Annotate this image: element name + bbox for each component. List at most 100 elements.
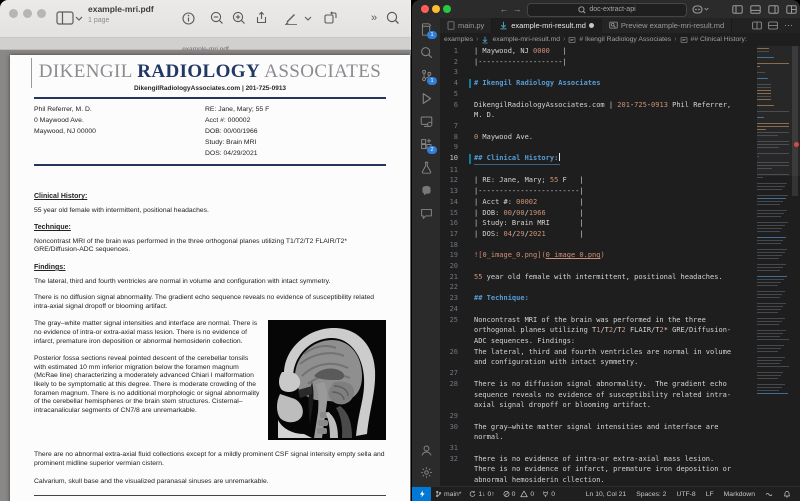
- editor-line[interactable]: 11: [440, 165, 800, 176]
- editor-line[interactable]: 26The lateral, third and fourth ventricl…: [440, 347, 800, 368]
- share-icon[interactable]: [251, 8, 271, 28]
- editor-line[interactable]: 9: [440, 142, 800, 153]
- editor-line[interactable]: 24: [440, 304, 800, 315]
- breadcrumb-folder[interactable]: examples: [444, 36, 473, 43]
- editor-line[interactable]: 20: [440, 261, 800, 272]
- toggle-primary-sidebar-icon[interactable]: [730, 3, 744, 15]
- editor-layout-icon[interactable]: [768, 21, 778, 30]
- more-toolbar-items-icon[interactable]: »: [364, 8, 384, 28]
- breadcrumb-separator: ›: [563, 36, 565, 43]
- vscode-window: ← → doc-extract-api 1: [412, 0, 800, 501]
- editor-line[interactable]: 6DikengilRadiologyAssociates.com | 201-7…: [440, 100, 800, 121]
- editor-line[interactable]: 31: [440, 443, 800, 454]
- tab-example-mri-result-md[interactable]: example-mri-result.md: [492, 18, 602, 33]
- info-icon[interactable]: [178, 8, 198, 28]
- editor-line[interactable]: 32There is no evidence of intra-or extra…: [440, 454, 800, 486]
- markup-chevron-icon[interactable]: [302, 8, 314, 28]
- tab-preview-example-mri-result-md[interactable]: Preview example-mri-result.md: [602, 18, 732, 33]
- testing-icon[interactable]: [412, 156, 440, 179]
- editor-line[interactable]: 7: [440, 121, 800, 132]
- editor-line[interactable]: 12| RE: Jane, Mary; 55 F |: [440, 175, 800, 186]
- editor-line[interactable]: 22: [440, 282, 800, 293]
- indentation-status[interactable]: Spaces: 2: [631, 491, 671, 498]
- branch-status[interactable]: main*: [431, 490, 465, 498]
- overview-ruler[interactable]: [790, 46, 800, 487]
- editor-line[interactable]: 2|--------------------|: [440, 57, 800, 68]
- extensions-icon[interactable]: 2: [412, 133, 440, 156]
- navigate-forward-icon[interactable]: →: [511, 3, 523, 15]
- ports-status[interactable]: 0: [538, 490, 559, 498]
- more-actions-icon[interactable]: ⋯: [784, 20, 794, 31]
- editor-line[interactable]: 13|------------------------|: [440, 186, 800, 197]
- minimize-window-button[interactable]: [23, 9, 32, 18]
- toggle-secondary-sidebar-icon[interactable]: [766, 3, 780, 15]
- editor-line[interactable]: 5: [440, 89, 800, 100]
- run-debug-icon[interactable]: [412, 87, 440, 110]
- markup-pen-icon[interactable]: [281, 8, 301, 28]
- line-number: 27: [440, 368, 468, 379]
- editor[interactable]: 1| Maywood, NJ 0000 |2|-----------------…: [440, 46, 800, 487]
- remote-explorer-icon[interactable]: [412, 110, 440, 133]
- command-center-search[interactable]: doc-extract-api: [527, 3, 687, 17]
- zoom-out-icon[interactable]: [207, 8, 227, 28]
- editor-line[interactable]: 14| Acct #: 00002 |: [440, 197, 800, 208]
- breadcrumb-file[interactable]: example-mri-result.md: [492, 36, 560, 43]
- zoom-window-button[interactable]: [443, 5, 451, 13]
- comments-icon[interactable]: [412, 202, 440, 225]
- editor-line[interactable]: 17| DOS: 04/29/2021 |: [440, 229, 800, 240]
- toggle-panel-icon[interactable]: [748, 3, 762, 15]
- editor-line[interactable]: 23## Technique:: [440, 293, 800, 304]
- sidebar-toggle-button[interactable]: [56, 10, 82, 27]
- editor-line[interactable]: 30The gray–white matter signal intensiti…: [440, 422, 800, 443]
- encoding-status[interactable]: UTF-8: [671, 491, 700, 498]
- editor-line[interactable]: 10## Clinical History:: [440, 153, 800, 165]
- pdf-page[interactable]: DIKENGIL RADIOLOGY ASSOCIATES DikengilRa…: [10, 55, 410, 501]
- editor-line[interactable]: 80 Maywood Ave.: [440, 132, 800, 143]
- scrollbar-thumb[interactable]: [792, 46, 798, 196]
- editor-line[interactable]: 25Noncontrast MRI of the brain was perfo…: [440, 315, 800, 347]
- editor-line[interactable]: 19![0_image_0.png](0_image_0.png): [440, 250, 800, 261]
- zoom-window-button[interactable]: [37, 9, 46, 18]
- breadcrumb-symbol-h1[interactable]: # Ikengil Radiology Associates: [579, 36, 671, 43]
- problems-status[interactable]: 0 0: [499, 490, 539, 498]
- editor-line[interactable]: 18: [440, 240, 800, 251]
- settings-gear-icon[interactable]: [412, 461, 440, 484]
- editor-line[interactable]: 4# Ikengil Radiology Associates: [440, 78, 800, 89]
- eol-status[interactable]: LF: [701, 491, 719, 498]
- accounts-icon[interactable]: [412, 439, 440, 462]
- modified-dot-icon[interactable]: [589, 23, 594, 28]
- editor-line[interactable]: 3: [440, 67, 800, 78]
- copilot-chat-icon[interactable]: [412, 179, 440, 202]
- python-file-icon: [447, 21, 455, 30]
- close-window-button[interactable]: [421, 5, 429, 13]
- formatter-check-icon[interactable]: [760, 490, 778, 498]
- customize-layout-icon[interactable]: [784, 3, 798, 15]
- zoom-in-icon[interactable]: [229, 8, 249, 28]
- breadcrumb-symbol-h2[interactable]: ## Clinical History:: [691, 36, 747, 43]
- notifications-bell-icon[interactable]: [778, 490, 796, 498]
- editor-line[interactable]: 16| Study: Brain MRI |: [440, 218, 800, 229]
- editor-line[interactable]: 2155 year old female with intermittent, …: [440, 272, 800, 283]
- sync-status[interactable]: 1↓ 0↑: [465, 490, 498, 498]
- close-window-button[interactable]: [9, 9, 18, 18]
- language-mode-status[interactable]: Markdown: [719, 491, 760, 498]
- editor-line[interactable]: 1| Maywood, NJ 0000 |: [440, 46, 800, 57]
- search-icon[interactable]: [412, 41, 440, 64]
- minimize-window-button[interactable]: [432, 5, 440, 13]
- minimap[interactable]: [757, 46, 790, 487]
- editor-line[interactable]: 29: [440, 411, 800, 422]
- split-editor-icon[interactable]: [752, 21, 762, 30]
- rotate-icon[interactable]: [320, 8, 340, 28]
- remote-indicator[interactable]: [412, 487, 431, 501]
- editor-line[interactable]: 15| DOB: 00/00/1966 |: [440, 208, 800, 219]
- navigate-back-icon[interactable]: ←: [498, 3, 510, 15]
- tab-main-py[interactable]: main.py: [440, 18, 492, 33]
- editor-line[interactable]: 27: [440, 368, 800, 379]
- copilot-icon[interactable]: [693, 3, 707, 15]
- source-control-icon[interactable]: 1: [412, 64, 440, 87]
- explorer-icon[interactable]: 1: [412, 18, 440, 41]
- line-number: 19: [440, 250, 468, 261]
- search-icon[interactable]: [383, 8, 403, 28]
- editor-line[interactable]: 28There is no diffusion signal abnormali…: [440, 379, 800, 411]
- line-col-status[interactable]: Ln 10, Col 21: [581, 491, 631, 498]
